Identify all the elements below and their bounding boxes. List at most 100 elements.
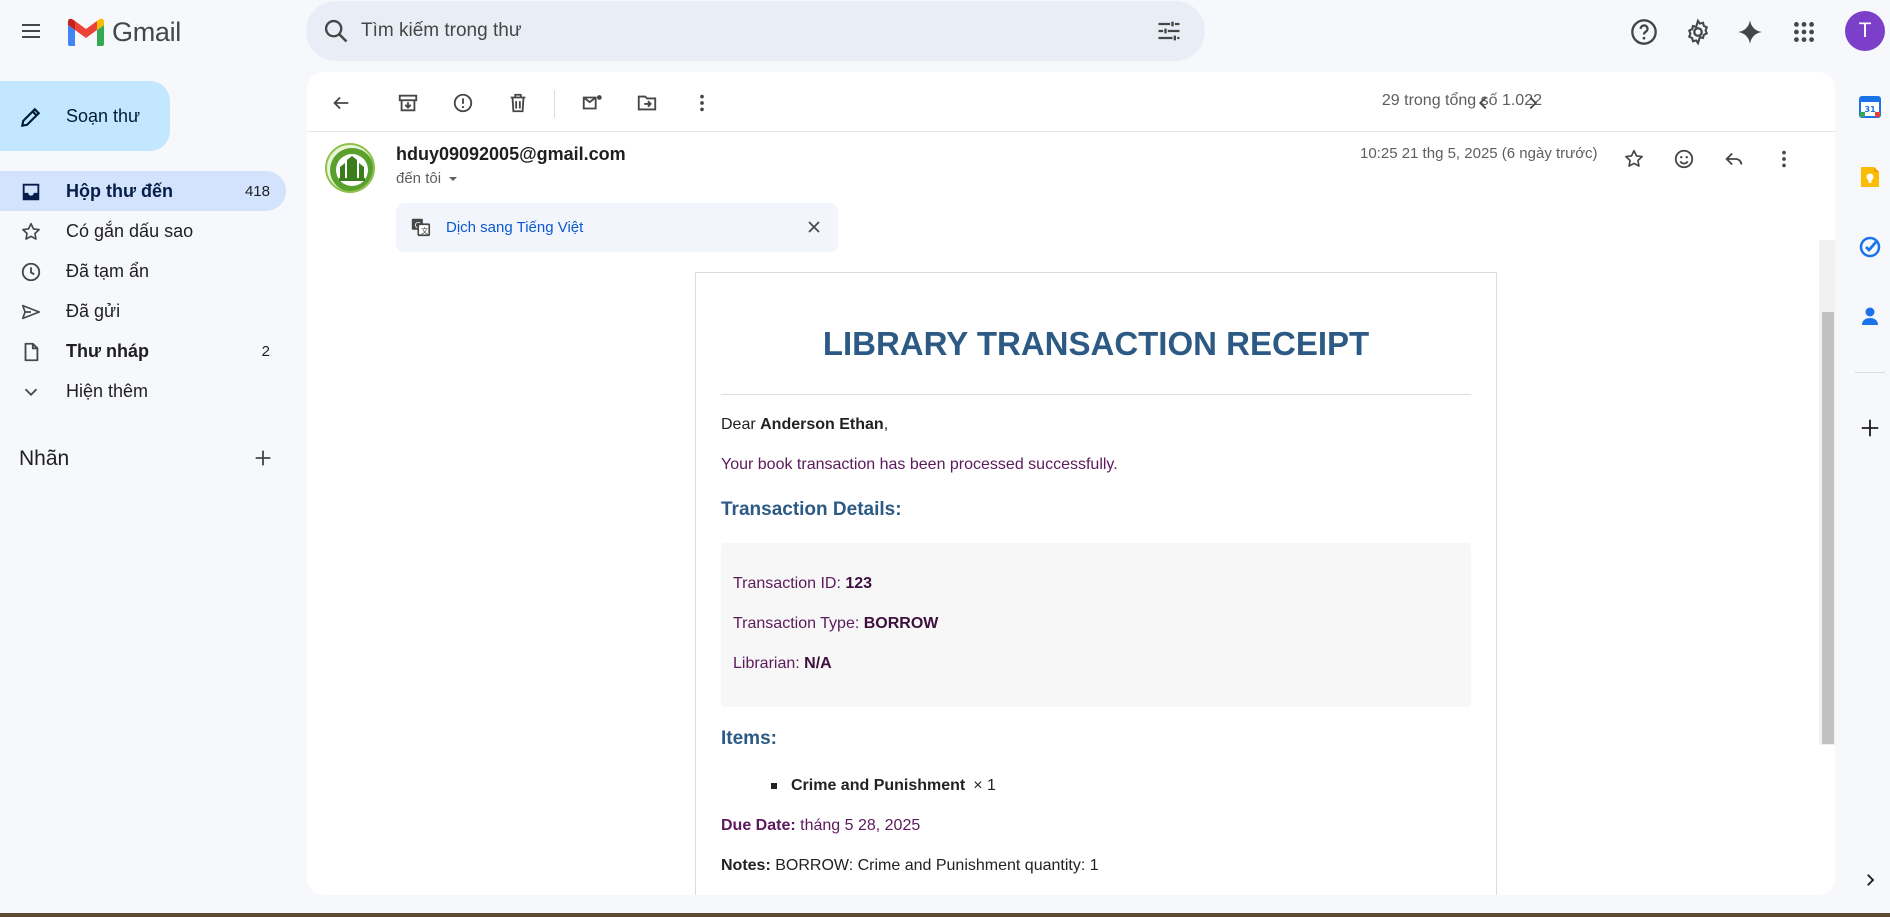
labels-heading: Nhãn: [19, 447, 70, 470]
apps-button[interactable]: [1785, 13, 1823, 51]
arrow-back-icon: [333, 96, 349, 110]
message-more-button[interactable]: [1767, 142, 1801, 176]
detail-label: Transaction ID:: [733, 575, 846, 592]
scrollbar-thumb[interactable]: [1822, 312, 1834, 744]
translate-icon: G文: [411, 218, 431, 237]
sidebar-item-snoozed[interactable]: Đã tạm ẩn: [0, 251, 286, 291]
sidebar-item-label: Đã gửi: [66, 301, 121, 321]
older-button[interactable]: [1516, 86, 1550, 120]
move-folder-icon: [637, 95, 657, 111]
emoji-reaction-button[interactable]: [1667, 142, 1701, 176]
item-quantity: × 1: [973, 777, 996, 794]
account-avatar[interactable]: T: [1845, 11, 1885, 51]
message-pane: 29 trong tổng số 1.022 hduy09092005@gmai…: [307, 72, 1835, 895]
detail-row-transaction-id: Transaction ID: 123: [733, 575, 872, 593]
inbox-icon: [22, 183, 40, 201]
hamburger-icon: [22, 24, 40, 38]
calendar-app-button[interactable]: 31: [1855, 92, 1885, 122]
more-vert-icon: [700, 94, 704, 112]
help-icon: [1631, 19, 1657, 45]
unread-count: 418: [244, 183, 270, 200]
search-icon[interactable]: [322, 17, 350, 45]
contacts-app-button[interactable]: [1855, 301, 1885, 331]
get-addons-button[interactable]: [1855, 413, 1885, 443]
detail-label: Librarian:: [733, 655, 805, 672]
keep-icon: [1861, 167, 1879, 187]
tasks-icon: [1859, 236, 1881, 258]
details-box: Transaction ID: 123 Transaction Type: BO…: [721, 543, 1471, 707]
sidebar-item-sent[interactable]: Đã gửi: [0, 291, 286, 331]
sidebar-item-starred[interactable]: Có gắn dấu sao: [0, 211, 286, 251]
add-label-icon[interactable]: [252, 447, 274, 469]
sender-email[interactable]: hduy09092005@gmail.com: [396, 144, 626, 165]
toolbar-divider: [554, 90, 555, 118]
archive-button[interactable]: [391, 86, 425, 120]
search-input[interactable]: [361, 15, 1121, 47]
search-options-icon[interactable]: [1155, 17, 1183, 45]
recipient-label: đến tôi: [396, 170, 442, 187]
star-button[interactable]: [1617, 142, 1651, 176]
message-toolbar: 29 trong tổng số 1.022: [307, 72, 1835, 132]
report-spam-button[interactable]: [446, 86, 480, 120]
rail-divider: [1855, 372, 1885, 373]
due-label: Due Date:: [721, 817, 796, 834]
success-message: Your book transaction has been processed…: [721, 456, 1118, 473]
sparkle-icon: [1738, 20, 1762, 44]
due-value: tháng 5 28, 2025: [795, 817, 921, 834]
back-button[interactable]: [324, 86, 358, 120]
expand-side-panel-button[interactable]: [1855, 865, 1885, 895]
detail-row-transaction-type: Transaction Type: BORROW: [733, 615, 938, 633]
translate-link[interactable]: Dịch sang Tiếng Việt: [446, 219, 583, 236]
sidebar-item-label: Hộp thư đến: [66, 181, 174, 201]
plus-icon: [1861, 419, 1879, 437]
settings-button[interactable]: [1679, 13, 1717, 51]
reply-icon: [1725, 152, 1743, 166]
sidebar-item-label: Hiện thêm: [66, 381, 149, 401]
sidebar-item-drafts[interactable]: Thư nháp 2: [0, 331, 286, 371]
keep-app-button[interactable]: [1855, 162, 1885, 192]
contacts-icon: [1862, 307, 1878, 325]
tasks-app-button[interactable]: [1855, 232, 1885, 262]
delete-button[interactable]: [501, 86, 535, 120]
recipient-details-toggle[interactable]: đến tôi: [396, 170, 461, 187]
email-body: LIBRARY TRANSACTION RECEIPT Dear Anderso…: [695, 272, 1497, 895]
details-heading: Transaction Details:: [721, 499, 902, 520]
sidebar-item-more[interactable]: Hiện thêm: [0, 371, 286, 411]
sidebar-item-label: Thư nháp: [66, 341, 150, 361]
item-title: Crime and Punishment: [791, 777, 966, 794]
school-logo-icon: [330, 148, 373, 191]
move-to-button[interactable]: [630, 86, 664, 120]
sidebar-item-inbox[interactable]: Hộp thư đến 418: [0, 171, 286, 211]
compose-button[interactable]: Soạn thư: [0, 81, 170, 151]
compose-label: Soạn thư: [66, 106, 141, 126]
close-icon[interactable]: [804, 217, 824, 237]
star-icon: [22, 222, 40, 240]
notes-value: BORROW: Crime and Punishment quantity: 1: [770, 857, 1099, 874]
chevron-right-icon: [1867, 874, 1875, 886]
gear-icon: [1687, 18, 1709, 46]
sender-avatar[interactable]: [325, 143, 375, 193]
report-icon: [453, 93, 473, 113]
pencil-icon: [20, 107, 41, 128]
gmail-logo[interactable]: Gmail: [66, 14, 181, 50]
list-item: Crime and Punishment × 1: [771, 777, 996, 795]
notes-label: Notes:: [721, 857, 771, 874]
app-name: Gmail: [112, 16, 182, 47]
newer-button[interactable]: [1466, 86, 1500, 120]
more-actions-button[interactable]: [685, 86, 719, 120]
sidebar-item-label: Có gắn dấu sao: [66, 221, 194, 241]
clock-icon: [21, 262, 41, 282]
main-menu-button[interactable]: [14, 14, 48, 48]
search-bar: [306, 1, 1205, 61]
calendar-icon: 31: [1859, 96, 1881, 118]
help-button[interactable]: [1625, 13, 1663, 51]
detail-label: Transaction Type:: [733, 615, 864, 632]
chevron-down-icon: [24, 388, 38, 397]
reply-button[interactable]: [1717, 142, 1751, 176]
gemini-button[interactable]: [1731, 13, 1769, 51]
smiley-icon: [1674, 149, 1694, 169]
chevron-right-icon: [1529, 96, 1538, 110]
greeting: Dear Anderson Ethan,: [721, 416, 888, 434]
mark-unread-button[interactable]: [575, 86, 609, 120]
detail-value: 123: [845, 575, 873, 592]
